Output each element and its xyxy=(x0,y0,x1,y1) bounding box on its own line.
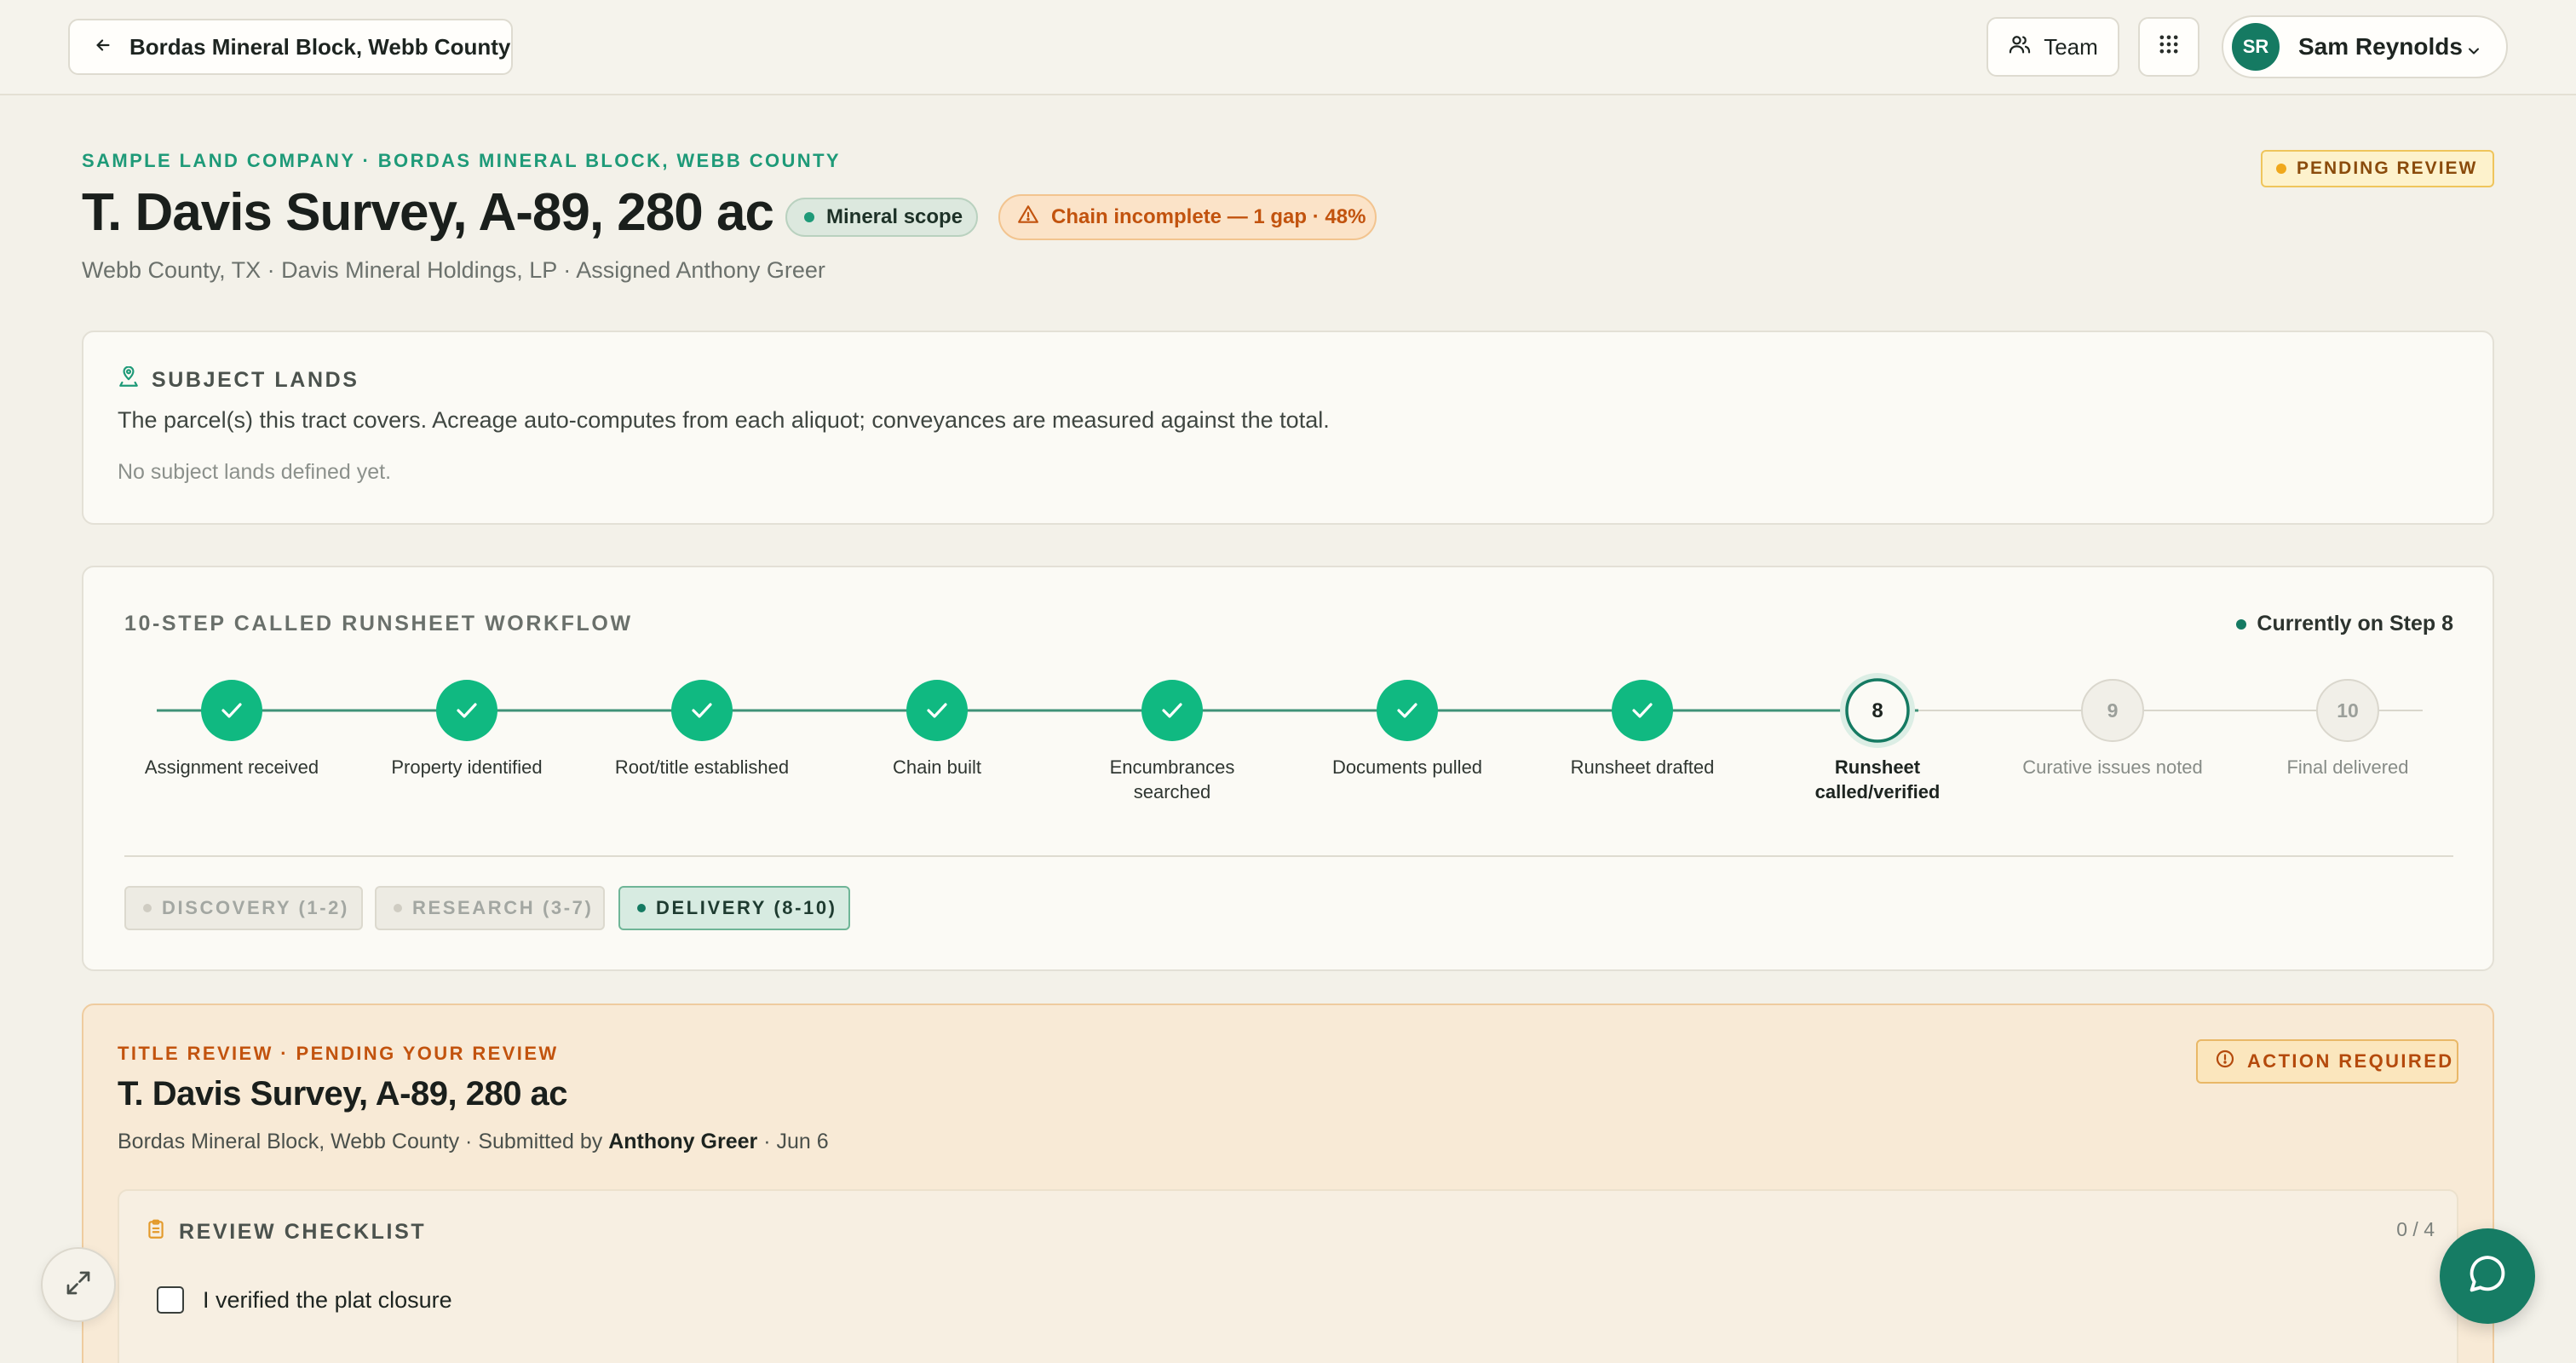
step-label: Curative issues noted xyxy=(2022,756,2203,778)
step-circle xyxy=(671,680,733,741)
action-required-label: ACTION REQUIRED xyxy=(2247,1050,2454,1072)
review-date: · Jun 6 xyxy=(763,1130,829,1153)
chain-status-label: Chain incomplete — 1 gap · 48% xyxy=(1051,205,1366,228)
step-number: 9 xyxy=(2107,699,2119,722)
step-circle xyxy=(1377,680,1438,741)
review-title: T. Davis Survey, A-89, 280 ac xyxy=(118,1075,568,1113)
step-label: Final delivered xyxy=(2286,756,2409,778)
step-label: Chain built xyxy=(893,756,981,778)
phase-tab-label: DELIVERY (8-10) xyxy=(656,897,837,918)
review-checklist: REVIEW CHECKLIST 0 / 4 I verified the pl… xyxy=(118,1189,2458,1363)
chat-button[interactable] xyxy=(2440,1228,2535,1324)
checklist-heading: REVIEW CHECKLIST xyxy=(145,1218,426,1246)
action-required-badge: ACTION REQUIRED xyxy=(2196,1039,2458,1084)
subject-lands-description: The parcel(s) this tract covers. Acreage… xyxy=(118,407,1330,433)
subject-lands-card: SUBJECT LANDS The parcel(s) this tract c… xyxy=(82,331,2494,525)
page-subtitle: Webb County, TX · Davis Mineral Holdings… xyxy=(82,257,825,283)
alert-circle-icon xyxy=(2215,1049,2235,1074)
scope-badge: Mineral scope xyxy=(785,198,978,237)
step-label: Encumbrances searched xyxy=(1109,756,1235,802)
warning-triangle-icon xyxy=(1017,204,1039,232)
phase-tab[interactable]: DELIVERY (8-10) xyxy=(618,886,850,930)
chevron-down-icon xyxy=(2465,39,2482,66)
page-title: T. Davis Survey, A-89, 280 ac xyxy=(82,183,774,242)
expand-button[interactable] xyxy=(41,1247,116,1322)
pending-review-label: PENDING REVIEW xyxy=(2297,158,2478,178)
step-circle xyxy=(1141,680,1203,741)
step-label: Documents pulled xyxy=(1331,756,1483,778)
step-node: 8 xyxy=(1840,673,1915,748)
step-node xyxy=(436,680,497,741)
team-button[interactable]: Team xyxy=(1987,17,2119,77)
user-name: Sam Reynolds xyxy=(2298,33,2463,60)
step-node xyxy=(1141,680,1203,741)
phase-tab[interactable]: RESEARCH (3-7) xyxy=(375,886,605,930)
step-circle xyxy=(1612,680,1673,741)
subject-lands-heading: SUBJECT LANDS xyxy=(118,365,359,394)
step-label: Runsheet drafted xyxy=(1570,756,1715,778)
chain-status-badge: Chain incomplete — 1 gap · 48% xyxy=(998,194,1377,240)
map-pin-icon xyxy=(118,365,140,394)
phase-tab[interactable]: DISCOVERY (1-2) xyxy=(124,886,363,930)
step-node xyxy=(1612,680,1673,741)
apps-button[interactable] xyxy=(2138,17,2199,77)
phase-tab-label: RESEARCH (3-7) xyxy=(412,897,594,918)
status-dot xyxy=(804,212,814,222)
step-circle xyxy=(201,680,262,741)
avatar: SR xyxy=(2232,23,2280,71)
step-circle xyxy=(436,680,497,741)
breadcrumb-eyebrow: SAMPLE LAND COMPANY · BORDAS MINERAL BLO… xyxy=(82,150,841,171)
checklist-item[interactable]: I verified the plat closure xyxy=(157,1286,452,1314)
chat-bubble-icon xyxy=(2465,1252,2510,1301)
step-label: Root/title established xyxy=(614,756,790,778)
scope-badge-label: Mineral scope xyxy=(826,205,963,228)
step-number: 8 xyxy=(1872,699,1883,722)
back-button[interactable]: Bordas Mineral Block, Webb County xyxy=(68,19,513,75)
checklist-title: REVIEW CHECKLIST xyxy=(179,1220,427,1244)
user-menu-button[interactable]: SR Sam Reynolds xyxy=(2222,15,2508,78)
step-circle xyxy=(906,680,968,741)
step-node: 10 xyxy=(2316,679,2379,742)
subject-lands-title: SUBJECT LANDS xyxy=(152,368,359,392)
checklist-count: 0 / 4 xyxy=(2396,1218,2435,1240)
back-button-label: Bordas Mineral Block, Webb County xyxy=(129,33,511,60)
review-subtitle-text: Bordas Mineral Block, Webb County · Subm… xyxy=(118,1130,603,1153)
review-subtitle: Bordas Mineral Block, Webb County · Subm… xyxy=(118,1130,829,1154)
team-button-label: Team xyxy=(2044,33,2098,60)
status-dot xyxy=(2276,164,2286,174)
clipboard-icon xyxy=(145,1218,167,1246)
divider xyxy=(124,855,2453,857)
step-node xyxy=(671,680,733,741)
checklist-item-label: I verified the plat closure xyxy=(203,1286,452,1313)
subject-lands-empty-state: No subject lands defined yet. xyxy=(118,460,392,484)
arrow-left-icon xyxy=(94,34,112,60)
status-dot xyxy=(394,904,402,912)
step-label: Assignment received xyxy=(144,756,319,778)
step-node: 9 xyxy=(2081,679,2144,742)
review-eyebrow: TITLE REVIEW · PENDING YOUR REVIEW xyxy=(118,1043,559,1064)
checkbox[interactable] xyxy=(157,1286,184,1314)
top-bar: Bordas Mineral Block, Webb County Team S… xyxy=(0,0,2576,95)
step-node xyxy=(1377,680,1438,741)
step-label: Property identified xyxy=(391,756,543,778)
status-dot xyxy=(637,904,646,912)
title-review-card: TITLE REVIEW · PENDING YOUR REVIEW T. Da… xyxy=(82,1004,2494,1363)
step-number: 10 xyxy=(2337,699,2359,722)
step-node xyxy=(201,680,262,741)
workflow-card: 10-STEP CALLED RUNSHEET WORKFLOW Current… xyxy=(82,566,2494,971)
step-node xyxy=(906,680,968,741)
status-dot xyxy=(143,904,152,912)
expand-icon xyxy=(63,1268,94,1303)
submitter-name: Anthony Greer xyxy=(608,1130,758,1153)
phase-tab-label: DISCOVERY (1-2) xyxy=(162,897,349,918)
users-icon xyxy=(2008,32,2032,62)
grid-icon xyxy=(2157,32,2181,62)
step-label: Runsheet called/verified xyxy=(1814,756,1941,802)
pending-review-badge: PENDING REVIEW xyxy=(2261,150,2494,187)
